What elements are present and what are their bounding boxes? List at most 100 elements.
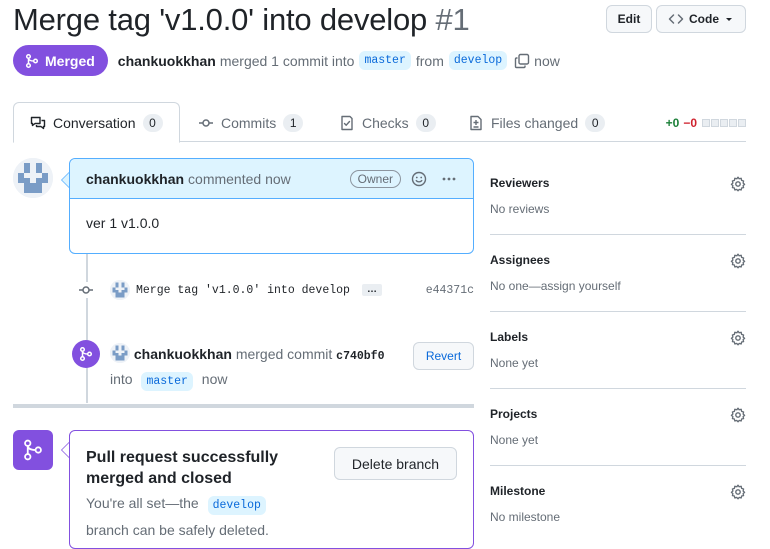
comment-action: commented now (188, 170, 291, 187)
pr-number: #1 (435, 2, 470, 37)
sidebar-assignees-value[interactable]: No one—assign yourself (490, 279, 621, 293)
merged-state-label: Merged (45, 52, 95, 69)
file-diff-icon (468, 115, 484, 131)
edit-button[interactable]: Edit (606, 5, 652, 33)
sidebar-projects: Projects None yet (490, 389, 746, 466)
code-button-label: Code (689, 12, 719, 26)
merge-commit-sha-link[interactable]: c740bf0 (336, 350, 384, 363)
tab-commits-label: Commits (221, 114, 277, 131)
gear-icon[interactable] (730, 176, 746, 192)
revert-button[interactable]: Revert (413, 342, 474, 370)
sidebar-milestone: Milestone No milestone (490, 466, 746, 543)
delete-branch-button[interactable]: Delete branch (334, 447, 457, 480)
pr-author-link[interactable]: chankuokkhan (118, 53, 216, 69)
sidebar-milestone-value: No milestone (490, 510, 561, 524)
gear-icon[interactable] (730, 484, 746, 500)
code-icon (668, 11, 684, 27)
pr-title-text: Merge tag 'v1.0.0' into develop (13, 2, 428, 37)
smiley-icon[interactable] (411, 171, 427, 187)
tab-conversation-label: Conversation (53, 114, 136, 131)
sidebar-reviewers: Reviewers No reviews (490, 158, 746, 235)
merged-box-desc-suffix: branch can be safely deleted. (86, 522, 269, 538)
diffstat-deletions: −0 (683, 116, 697, 130)
merged-box-desc-prefix: You're all set—the (86, 495, 199, 511)
commit-expand-button[interactable]: … (361, 284, 382, 296)
sidebar-labels-title: Labels (490, 330, 529, 344)
gear-icon[interactable] (730, 407, 746, 423)
merge-event-badge (72, 340, 100, 368)
edit-button-label: Edit (617, 12, 641, 26)
merge-event-into: into (110, 371, 133, 387)
comment-caret-fill (62, 173, 69, 187)
tab-conversation-count: 0 (142, 113, 163, 132)
gear-icon[interactable] (730, 330, 746, 346)
code-button[interactable]: Code (656, 5, 746, 33)
commit-message-link[interactable]: Merge tag 'v1.0.0' into develop (136, 284, 350, 297)
sidebar-reviewers-value: No reviews (490, 202, 550, 216)
pr-sidebar: Reviewers No reviews Assignees No one—as… (490, 158, 746, 543)
sidebar-projects-title: Projects (490, 407, 538, 421)
commit-sha-link[interactable]: e44371c (426, 284, 474, 297)
sidebar-assignees: Assignees No one—assign yourself (490, 235, 746, 312)
gear-icon[interactable] (730, 253, 746, 269)
meta-from-text: from (415, 52, 444, 69)
git-commit-icon (78, 282, 94, 298)
merge-event-action: merged commit (235, 346, 333, 362)
tab-checks-count: 0 (415, 113, 436, 132)
diffstat-additions: +0 (665, 116, 680, 130)
tab-commits-count: 1 (283, 113, 304, 132)
tab-files-changed[interactable]: Files changed 0 (452, 102, 621, 143)
tab-checks[interactable]: Checks 0 (323, 102, 452, 143)
merged-box-caret-fill (62, 443, 69, 457)
merge-event: chankuokkhan merged commit c740bf0 into … (110, 343, 410, 393)
checklist-icon (339, 115, 355, 131)
timeline-separator (13, 404, 474, 408)
base-branch-link[interactable]: master (359, 51, 411, 70)
owner-badge: Owner (349, 169, 401, 188)
tab-conversation[interactable]: Conversation 0 (13, 102, 180, 143)
meta-action-text: merged 1 commit into (219, 52, 355, 69)
comment-body: ver 1 v1.0.0 (86, 215, 160, 231)
meta-time: now (534, 52, 560, 69)
pr-tabs: Conversation 0 Commits 1 Checks 0 Files … (13, 102, 746, 143)
kebab-horizontal-icon[interactable] (441, 171, 457, 187)
tab-files-changed-count: 0 (585, 113, 606, 132)
git-merge-icon (78, 346, 94, 362)
tab-commits[interactable]: Commits 1 (182, 102, 319, 143)
comment-box: chankuokkhan commented now Owner ver 1 v… (69, 158, 474, 254)
git-merge-icon (24, 53, 40, 69)
merged-state-badge: Merged (13, 45, 108, 76)
copy-icon[interactable] (514, 53, 530, 69)
sidebar-milestone-title: Milestone (490, 484, 546, 498)
chevron-down-icon (724, 14, 734, 24)
comment-header: chankuokkhan commented now Owner (70, 159, 473, 199)
commit-row: Merge tag 'v1.0.0' into develop … e44371… (78, 280, 474, 300)
avatar[interactable] (110, 343, 130, 363)
comment-header-actions (411, 171, 457, 187)
merged-box: Pull request successfully merged and clo… (69, 430, 474, 549)
pr-meta: Merged chankuokkhan merged 1 commit into… (13, 45, 560, 76)
merged-box-title: Pull request successfully merged and clo… (86, 449, 279, 487)
tab-files-changed-label: Files changed (491, 114, 579, 131)
merged-box-description: You're all set—the develop branch can be… (86, 491, 316, 542)
merge-event-time: now (201, 371, 228, 387)
comment-author-link[interactable]: chankuokkhan (86, 171, 184, 187)
merged-box-badge (13, 430, 53, 470)
merge-event-author-link[interactable]: chankuokkhan (134, 346, 232, 362)
revert-button-label: Revert (425, 349, 462, 363)
git-commit-icon (198, 115, 214, 131)
merge-event-branch-link[interactable]: master (141, 372, 193, 391)
diffstat-blocks (701, 116, 746, 130)
avatar[interactable] (13, 158, 53, 198)
git-merge-icon (21, 438, 45, 462)
diffstat: +0 −0 (666, 116, 746, 130)
sidebar-reviewers-title: Reviewers (490, 176, 550, 190)
sidebar-assignees-title: Assignees (490, 253, 551, 267)
tab-checks-label: Checks (362, 114, 409, 131)
delete-branch-label: Delete branch (351, 455, 440, 472)
merged-box-branch-link[interactable]: develop (207, 496, 266, 515)
avatar[interactable] (110, 280, 130, 300)
sidebar-projects-value: None yet (490, 433, 539, 447)
sidebar-labels: Labels None yet (490, 312, 746, 389)
head-branch-link[interactable]: develop (448, 51, 508, 70)
